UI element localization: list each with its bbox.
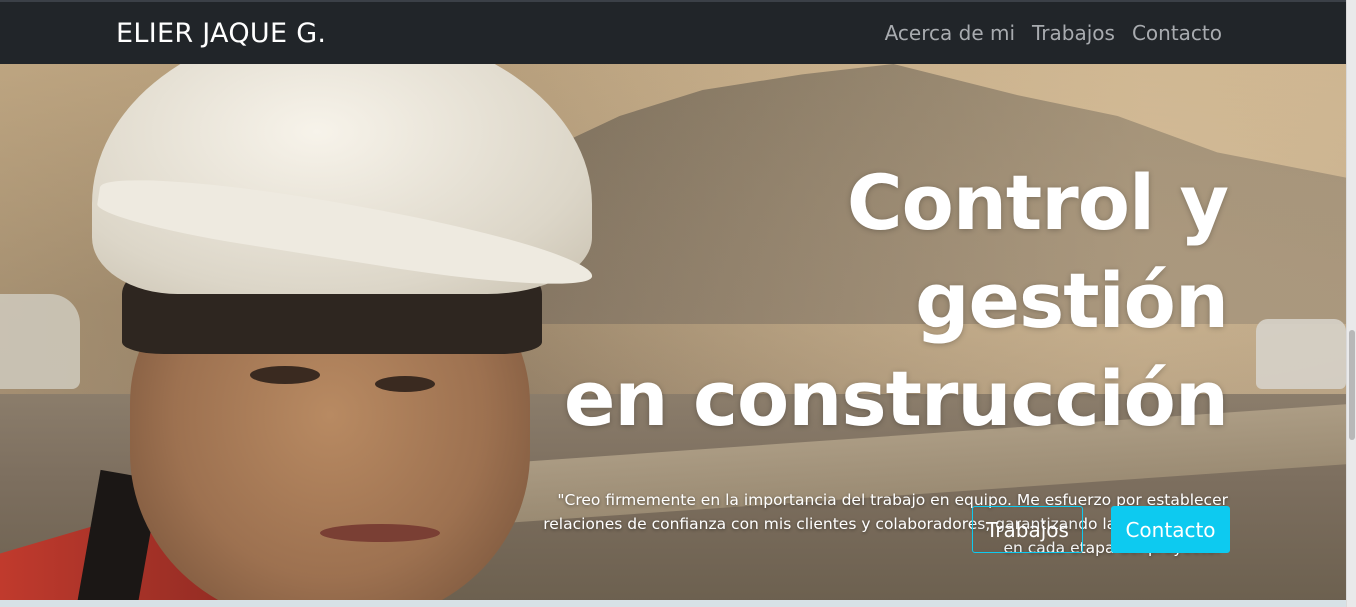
top-navbar: ELIER JAQUE G. Acerca de mi Trabajos Con… [0, 0, 1346, 64]
hero-content: Control y gestión en construcción "Creo … [528, 154, 1229, 560]
hero-person-eye-right [375, 376, 435, 392]
contact-button[interactable]: Contacto [1111, 506, 1230, 553]
nav-links: Acerca de mi Trabajos Contacto [885, 21, 1222, 45]
scrollbar-thumb[interactable] [1349, 330, 1355, 440]
works-button[interactable]: Trabajos [972, 506, 1083, 553]
hero-buttons: Trabajos Contacto [972, 506, 1230, 553]
page-bottom-strip [0, 600, 1346, 607]
hero-section: Control y gestión en construcción "Creo … [0, 64, 1346, 600]
hero-background-truck-left [0, 294, 80, 389]
nav-link-works[interactable]: Trabajos [1032, 21, 1115, 45]
hero-person-eye-left [250, 366, 320, 384]
hero-background-truck-right [1256, 319, 1346, 389]
hero-headline: Control y gestión en construcción [528, 154, 1229, 448]
nav-link-contact[interactable]: Contacto [1132, 21, 1222, 45]
hero-headline-line2: en construcción [563, 354, 1229, 443]
nav-link-about[interactable]: Acerca de mi [885, 21, 1015, 45]
hero-person-mouth [320, 524, 440, 542]
hero-headline-line1: Control y gestión [846, 158, 1229, 345]
vertical-scrollbar[interactable] [1346, 0, 1356, 607]
brand-logo[interactable]: ELIER JAQUE G. [116, 18, 326, 49]
